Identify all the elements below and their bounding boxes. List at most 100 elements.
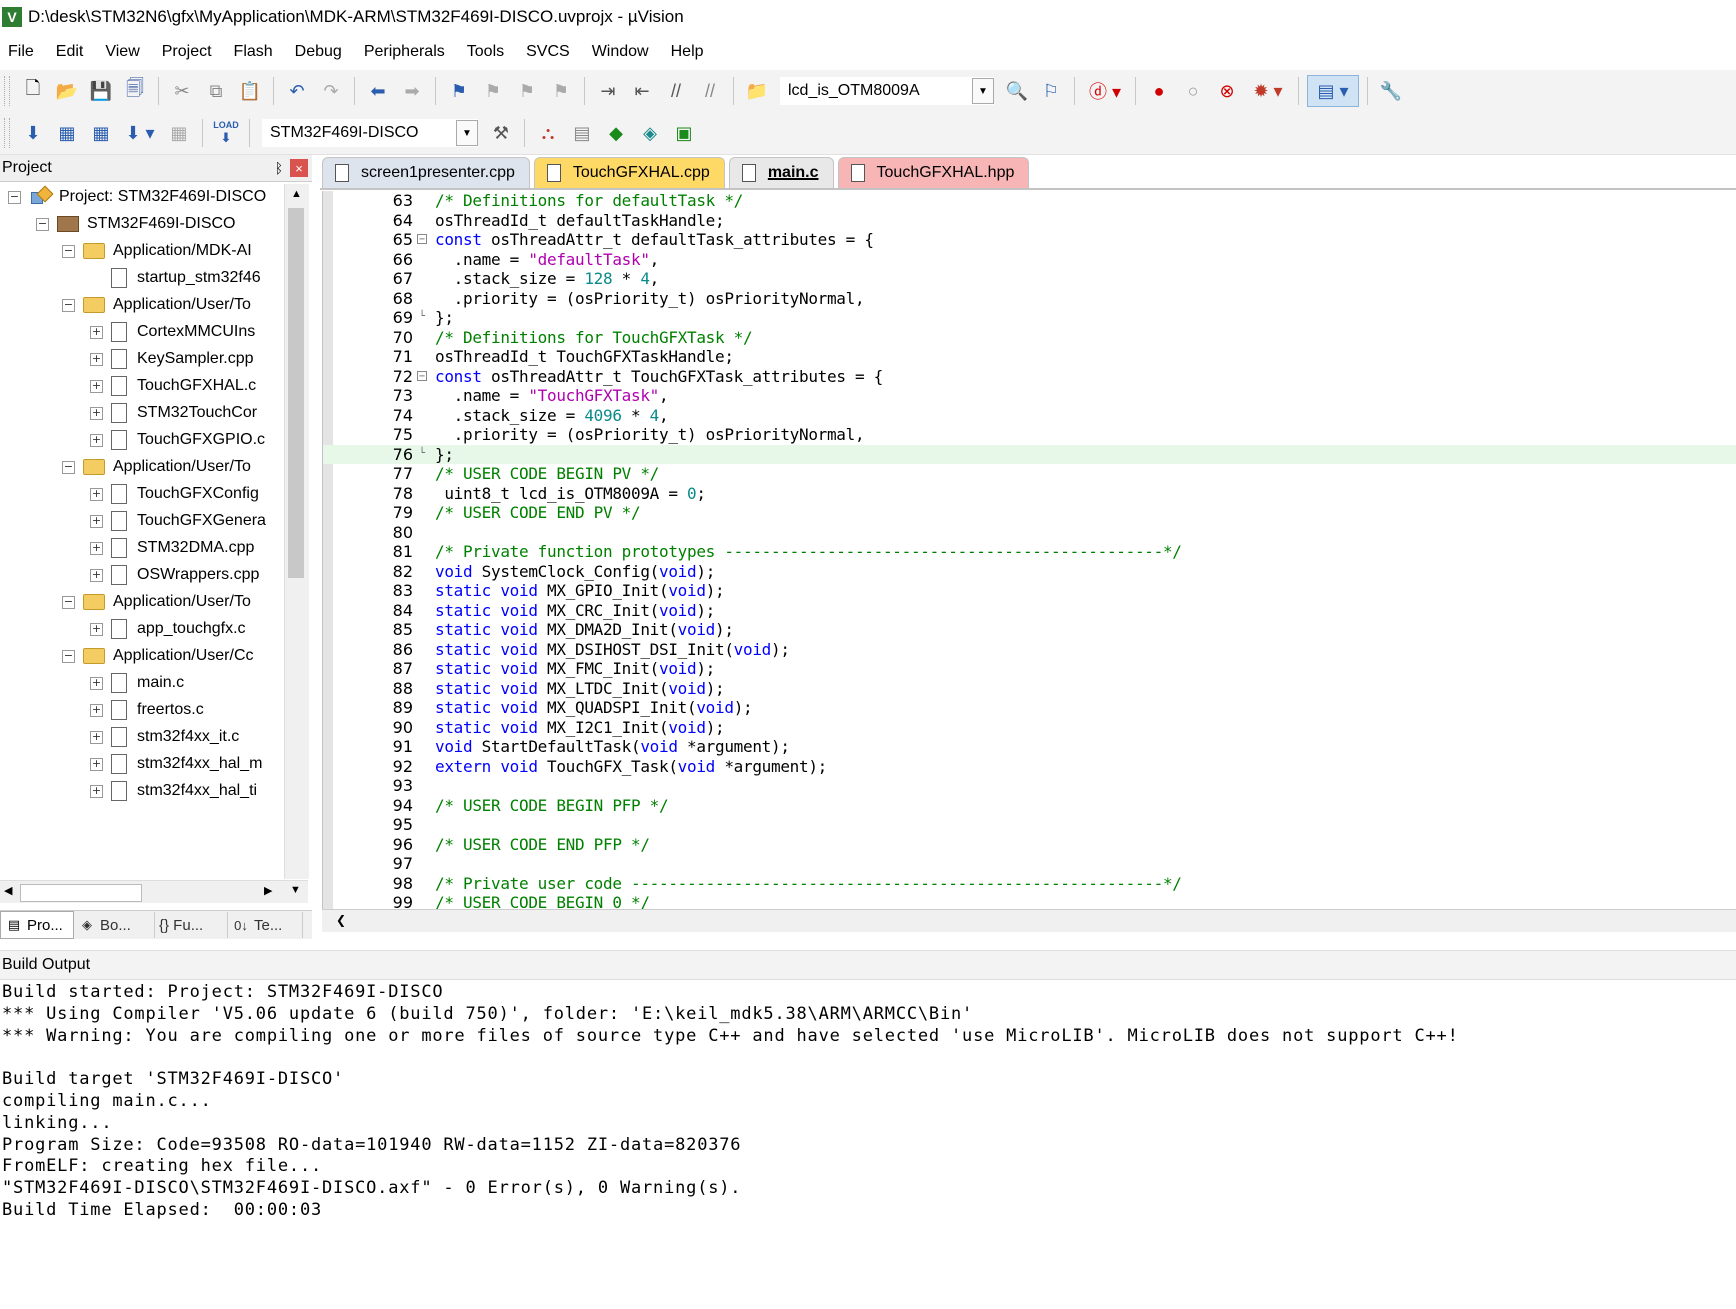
- code-line[interactable]: 96 /* USER CODE END PFP */: [323, 835, 1736, 855]
- expand-icon[interactable]: +: [90, 325, 103, 339]
- editor-tab[interactable]: TouchGFXHAL.cpp: [533, 157, 725, 188]
- code-line[interactable]: 72− const osThreadAttr_t TouchGFXTask_att…: [323, 367, 1736, 387]
- code-line[interactable]: 95: [323, 815, 1736, 835]
- rebuild-icon[interactable]: ▦: [86, 118, 116, 148]
- expand-icon[interactable]: +: [90, 568, 103, 582]
- code-line[interactable]: 65− const osThreadAttr_t defaultTask_attr…: [323, 230, 1736, 250]
- editor-tab[interactable]: TouchGFXHAL.hpp: [837, 157, 1030, 188]
- manage-project-items-icon[interactable]: ⛬: [533, 118, 563, 148]
- uncomment-icon[interactable]: //: [695, 76, 725, 106]
- expand-icon[interactable]: +: [90, 757, 103, 771]
- chevron-down-icon[interactable]: ▼: [456, 120, 478, 146]
- tree-item[interactable]: + stm32f4xx_hal_m: [90, 751, 262, 777]
- collapse-icon[interactable]: −: [62, 298, 75, 312]
- chevron-down-icon[interactable]: ▼: [972, 78, 994, 104]
- code-line[interactable]: 92 extern void TouchGFX_Task(void *argume…: [323, 757, 1736, 777]
- scrollbar-thumb[interactable]: [288, 208, 304, 578]
- code-line[interactable]: 67 .stack_size = 128 * 4,: [323, 269, 1736, 289]
- menu-project[interactable]: Project: [151, 43, 223, 61]
- stop-build-icon[interactable]: ▦: [164, 118, 194, 148]
- panel-tab[interactable]: ◈ Bo...: [74, 912, 155, 938]
- target-combo[interactable]: STM32F469I-DISCO ▼: [262, 119, 478, 147]
- collapse-icon[interactable]: −: [8, 190, 21, 204]
- expand-icon[interactable]: +: [90, 622, 103, 636]
- tree-item[interactable]: − Application/User/Cc: [62, 643, 254, 669]
- toolbar-grip[interactable]: [4, 76, 10, 106]
- tree-item[interactable]: − Application/User/To: [62, 292, 251, 318]
- scroll-down-icon[interactable]: ▼: [290, 884, 301, 896]
- tree-item[interactable]: + OSWrappers.cpp: [90, 562, 259, 588]
- bookmark-toggle-icon[interactable]: ⚑: [444, 76, 474, 106]
- save-icon[interactable]: 💾: [86, 76, 116, 106]
- code-line[interactable]: 88 static void MX_LTDC_Init(void);: [323, 679, 1736, 699]
- tree-item[interactable]: + app_touchgfx.c: [90, 616, 246, 642]
- code-line[interactable]: 85 static void MX_DMA2D_Init(void);: [323, 620, 1736, 640]
- code-line[interactable]: 99 /* USER CODE BEGIN 0 */: [323, 893, 1736, 909]
- unindent-icon[interactable]: ⇤: [627, 76, 657, 106]
- translate-icon[interactable]: ⬇: [18, 118, 48, 148]
- code-editor[interactable]: 63 /* Definitions for defaultTask */ 64 osT…: [322, 191, 1736, 909]
- panel-tab[interactable]: {} Fu...: [155, 912, 228, 938]
- tree-item[interactable]: + STM32DMA.cpp: [90, 535, 254, 561]
- tree-item[interactable]: − Application/User/To: [62, 589, 251, 615]
- paste-icon[interactable]: 📋: [235, 76, 265, 106]
- scroll-right-icon[interactable]: ▶: [264, 884, 272, 897]
- tree-item[interactable]: + TouchGFXGenera: [90, 508, 266, 534]
- expand-icon[interactable]: +: [90, 703, 103, 717]
- batch-build-icon[interactable]: ⬇ ▾: [120, 118, 160, 148]
- build-icon[interactable]: ▦: [52, 118, 82, 148]
- menu-tools[interactable]: Tools: [456, 43, 515, 61]
- menu-edit[interactable]: Edit: [45, 43, 95, 61]
- manage-run-time-environment-icon[interactable]: ◆: [601, 118, 631, 148]
- kill-breakpoints-icon[interactable]: ✹ ▾: [1246, 76, 1290, 106]
- tree-item[interactable]: + freertos.c: [90, 697, 204, 723]
- tree-item[interactable]: + STM32TouchCor: [90, 400, 257, 426]
- code-line[interactable]: 82 void SystemClock_Config(void);: [323, 562, 1736, 582]
- tree-item[interactable]: + stm32f4xx_it.c: [90, 724, 239, 750]
- menu-help[interactable]: Help: [660, 43, 715, 61]
- panel-tab[interactable]: 0↓ Te...: [228, 912, 303, 938]
- code-line[interactable]: 69 └};: [323, 308, 1736, 328]
- code-line[interactable]: 63 /* Definitions for defaultTask */: [323, 191, 1736, 211]
- fold-collapse-icon[interactable]: −: [417, 234, 427, 245]
- editor-tab[interactable]: main.c: [728, 157, 834, 188]
- panel-tab[interactable]: ▤ Pro...: [0, 911, 74, 939]
- configure-icon[interactable]: 🔧: [1376, 76, 1406, 106]
- code-line[interactable]: 89 static void MX_QUADSPI_Init(void);: [323, 698, 1736, 718]
- tree-item[interactable]: + stm32f4xx_hal_ti: [90, 778, 257, 804]
- tree-item[interactable]: + KeySampler.cpp: [90, 346, 254, 372]
- code-line[interactable]: 98 /* Private user code -----------------…: [323, 874, 1736, 894]
- expand-icon[interactable]: +: [90, 514, 103, 528]
- disable-breakpoints-icon[interactable]: ⊗: [1212, 76, 1242, 106]
- menu-flash[interactable]: Flash: [223, 43, 284, 61]
- collapse-icon[interactable]: −: [62, 244, 75, 258]
- expand-icon[interactable]: +: [90, 379, 103, 393]
- code-line[interactable]: 87 static void MX_FMC_Init(void);: [323, 659, 1736, 679]
- editor-hscrollbar[interactable]: ❮: [322, 909, 1736, 932]
- bookmark-prev-icon[interactable]: ⚑: [478, 76, 508, 106]
- code-line[interactable]: 71 osThreadId_t TouchGFXTaskHandle;: [323, 347, 1736, 367]
- code-line[interactable]: 94 /* USER CODE BEGIN PFP */: [323, 796, 1736, 816]
- editor-tab[interactable]: screen1presenter.cpp: [322, 157, 530, 188]
- code-line[interactable]: 77 /* USER CODE BEGIN PV */: [323, 464, 1736, 484]
- expand-icon[interactable]: +: [90, 676, 103, 690]
- tree-item[interactable]: − STM32F469I-DISCO: [36, 211, 235, 237]
- menu-debug[interactable]: Debug: [284, 43, 353, 61]
- code-line[interactable]: 64 osThreadId_t defaultTaskHandle;: [323, 211, 1736, 231]
- insert-breakpoint-icon[interactable]: ●: [1144, 76, 1174, 106]
- tree-item[interactable]: + TouchGFXHAL.c: [90, 373, 256, 399]
- debug-session-icon[interactable]: ⓓ ▾: [1083, 76, 1127, 106]
- find-in-files-icon[interactable]: 📁: [742, 76, 772, 106]
- find-combo[interactable]: lcd_is_OTM8009A ▼: [780, 77, 994, 105]
- collapse-icon[interactable]: −: [36, 217, 49, 231]
- find-icon[interactable]: 🔍: [1002, 76, 1032, 106]
- tree-item[interactable]: + TouchGFXGPIO.c: [90, 427, 265, 453]
- expand-icon[interactable]: +: [90, 406, 103, 420]
- code-line[interactable]: 68 .priority = (osPriority_t) osPriority…: [323, 289, 1736, 309]
- code-line[interactable]: 73 .name = "TouchGFXTask",: [323, 386, 1736, 406]
- code-line[interactable]: 70 /* Definitions for TouchGFXTask */: [323, 328, 1736, 348]
- pack-installer-icon[interactable]: ◈: [635, 118, 665, 148]
- download-icon[interactable]: LOAD ⬇: [211, 118, 241, 148]
- target-options-icon[interactable]: ⚒: [486, 118, 516, 148]
- code-line[interactable]: 76 └};: [323, 444, 1736, 464]
